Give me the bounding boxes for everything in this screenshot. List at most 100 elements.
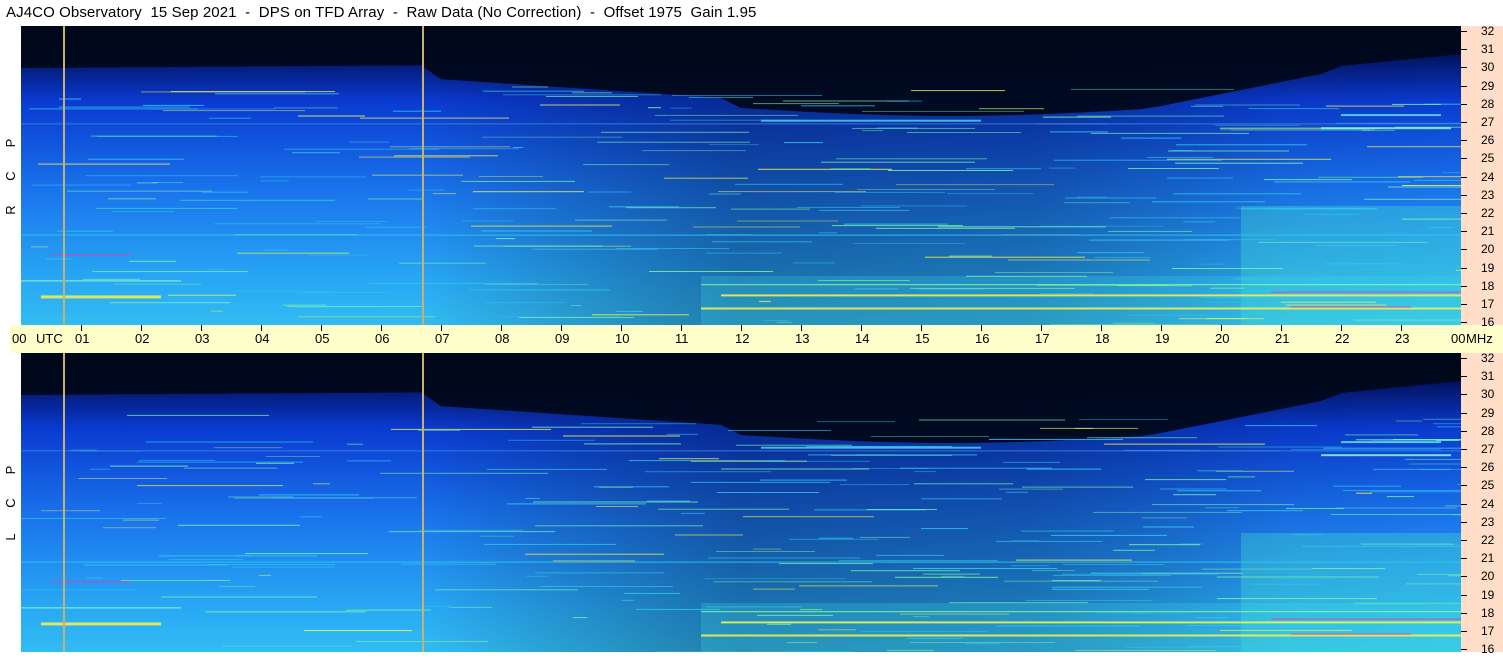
freq-label: 23 xyxy=(1481,187,1495,202)
freq-tick xyxy=(1461,285,1467,287)
time-label-hour: 10 xyxy=(615,331,630,346)
polarization-letter: C xyxy=(3,498,18,508)
time-label-hour: 20 xyxy=(1215,331,1230,346)
freq-tick xyxy=(1461,213,1467,214)
freq-tick xyxy=(1461,521,1467,523)
freq-label: 30 xyxy=(1481,387,1495,402)
time-label-hour: 17 xyxy=(1035,331,1050,346)
polarization-letter: L xyxy=(3,533,18,541)
time-label-hour: 06 xyxy=(375,331,390,346)
time-tick xyxy=(1161,325,1162,331)
freq-tick xyxy=(1461,485,1467,487)
polarization-letter: R xyxy=(3,205,18,215)
freq-tick xyxy=(1461,249,1467,251)
time-label-hour: 14 xyxy=(855,331,870,346)
spectrogram-lcp xyxy=(21,353,1461,652)
freq-tick xyxy=(1461,49,1467,51)
frequency-axis-rcp: 32 31 30 29 28 27 26 25 24 23 22 21 20 19 18 17 16 xyxy=(1461,25,1503,330)
freq-label: 22 xyxy=(1481,533,1495,547)
time-label-hour: 09 xyxy=(555,331,570,346)
time-label-hour: 01 xyxy=(75,331,90,346)
freq-tick xyxy=(1461,231,1467,233)
freq-label: 22 xyxy=(1481,206,1495,220)
time-tick xyxy=(1341,325,1342,331)
freq-label: 27 xyxy=(1481,442,1495,456)
time-label-hour: 07 xyxy=(435,331,450,346)
freq-tick xyxy=(1461,558,1467,560)
freq-label: 28 xyxy=(1481,423,1495,438)
time-label-hour: 13 xyxy=(795,331,810,346)
time-tick xyxy=(381,325,382,331)
time-tick xyxy=(321,325,322,331)
time-tick xyxy=(1401,325,1402,331)
freq-tick xyxy=(1461,449,1467,450)
freq-label: 20 xyxy=(1481,242,1495,257)
freq-tick xyxy=(1461,267,1467,269)
freq-tick xyxy=(1461,649,1467,651)
freq-label: 26 xyxy=(1481,133,1495,148)
time-tick xyxy=(1101,325,1102,331)
time-tick xyxy=(741,325,742,331)
freq-tick xyxy=(1461,467,1467,469)
freq-label: 20 xyxy=(1481,569,1495,584)
time-tick xyxy=(81,325,82,331)
freq-label: 31 xyxy=(1481,369,1495,384)
time-unit-label: UTC xyxy=(36,331,63,346)
time-tick xyxy=(1221,325,1222,331)
freq-label: 29 xyxy=(1481,78,1495,93)
time-tick xyxy=(1041,325,1042,331)
polarization-letter: P xyxy=(3,138,18,148)
freq-tick xyxy=(1461,85,1467,87)
freq-label: 23 xyxy=(1481,514,1495,529)
freq-tick xyxy=(1461,31,1467,32)
time-tick xyxy=(141,325,142,331)
time-tick xyxy=(261,325,262,331)
time-label-hour: 03 xyxy=(195,331,210,346)
freq-tick xyxy=(1461,394,1467,396)
time-tick xyxy=(621,325,622,331)
freq-label: 17 xyxy=(1481,297,1495,311)
freq-label: 27 xyxy=(1481,115,1495,129)
time-label-hour: 12 xyxy=(735,331,750,346)
time-label-hour: 05 xyxy=(315,331,330,346)
time-label-hour: 19 xyxy=(1155,331,1170,346)
freq-label: 32 xyxy=(1481,351,1495,365)
freq-tick xyxy=(1461,376,1467,378)
freq-unit-label: MHz xyxy=(1466,331,1493,346)
freq-tick xyxy=(1461,594,1467,596)
time-tick xyxy=(501,325,502,331)
time-tick xyxy=(681,325,682,331)
freq-tick xyxy=(1461,503,1467,505)
freq-label: 21 xyxy=(1481,551,1495,566)
header-bar: AJ4CO Observatory 15 Sep 2021 - DPS on T… xyxy=(0,0,1503,26)
freq-tick xyxy=(1461,358,1467,359)
time-tick xyxy=(561,325,562,331)
freq-label: 29 xyxy=(1481,405,1495,420)
freq-label: 21 xyxy=(1481,224,1495,239)
time-tick xyxy=(981,325,982,331)
freq-tick xyxy=(1461,612,1467,614)
time-tick xyxy=(801,325,802,331)
time-label-end: 00 xyxy=(1451,331,1466,346)
polarization-letter: P xyxy=(3,465,18,475)
freq-tick xyxy=(1461,304,1467,305)
freq-label: 25 xyxy=(1481,151,1495,166)
page-title: AJ4CO Observatory 15 Sep 2021 - DPS on T… xyxy=(6,4,757,21)
time-label-hour: 21 xyxy=(1275,331,1290,346)
time-label-start: 00 xyxy=(12,331,27,346)
freq-label: 25 xyxy=(1481,478,1495,493)
time-label-hour: 04 xyxy=(255,331,270,346)
frequency-axis-lcp: 32 31 30 29 28 27 26 25 24 23 22 21 20 19 18 17 16 xyxy=(1461,351,1503,655)
spectrogram-image xyxy=(21,353,1461,652)
time-label-hour: 15 xyxy=(915,331,930,346)
freq-tick xyxy=(1461,140,1467,142)
time-label-hour: 22 xyxy=(1335,331,1350,346)
freq-tick xyxy=(1461,122,1467,123)
time-label-hour: 02 xyxy=(135,331,150,346)
spectrogram-image xyxy=(21,26,1461,325)
freq-tick xyxy=(1461,631,1467,632)
freq-tick xyxy=(1461,67,1467,69)
freq-label: 16 xyxy=(1481,315,1495,330)
freq-label: 18 xyxy=(1481,278,1495,293)
freq-label: 28 xyxy=(1481,96,1495,111)
